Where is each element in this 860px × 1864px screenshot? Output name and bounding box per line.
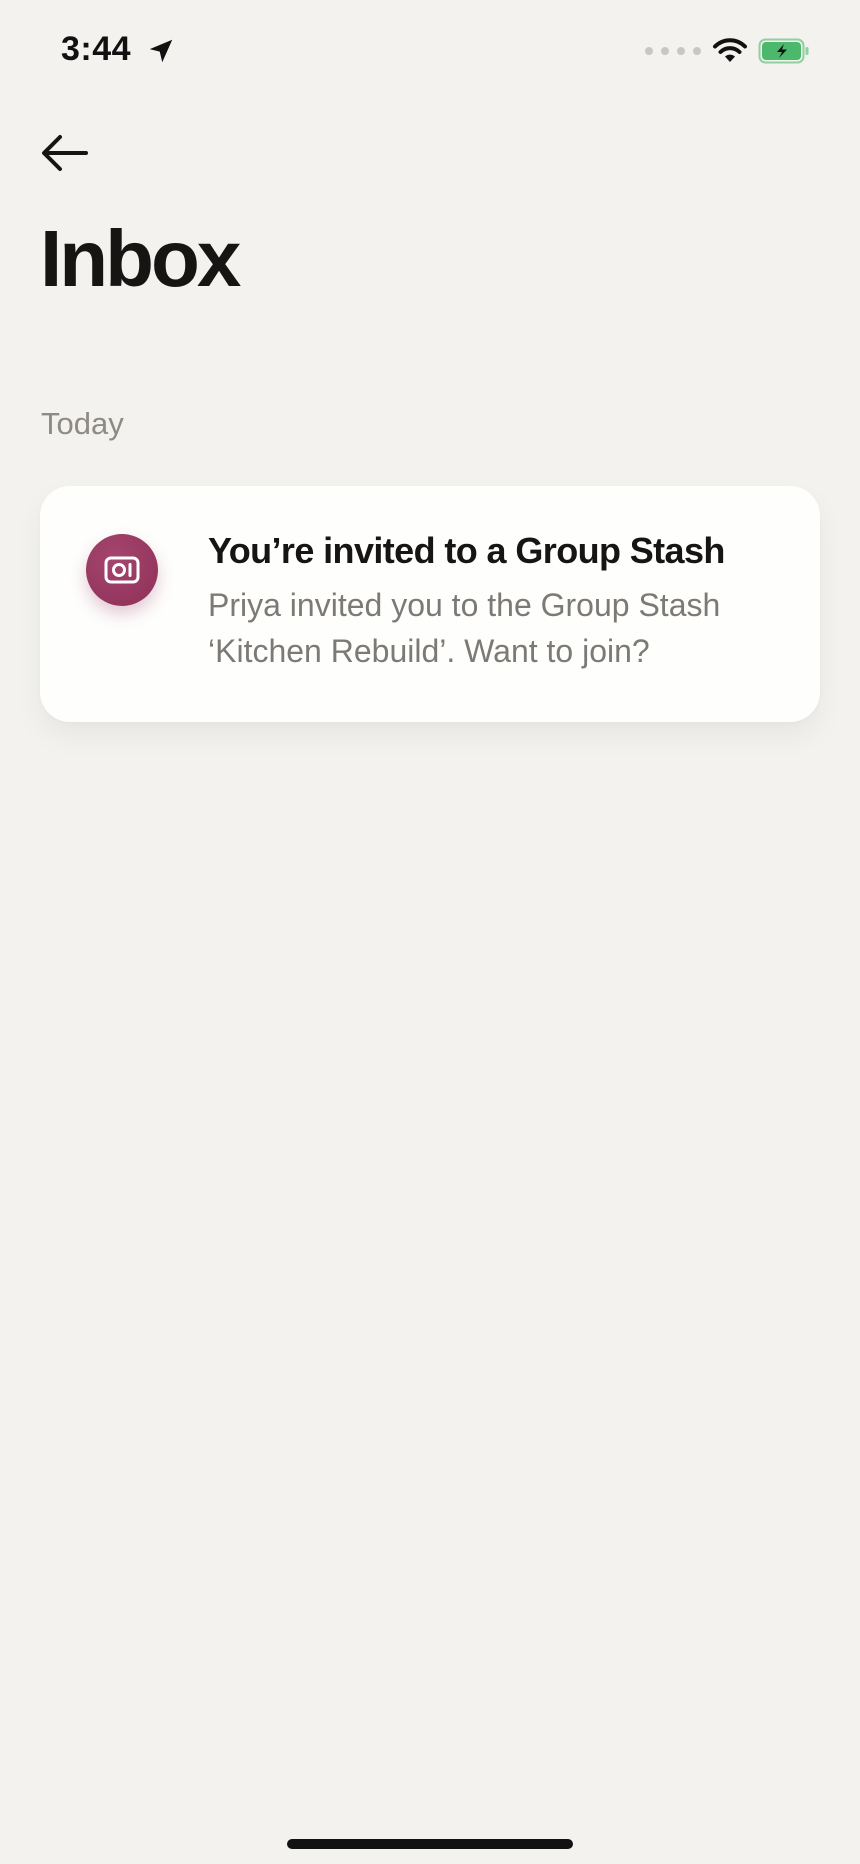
battery-charging-icon — [758, 38, 809, 64]
group-stash-icon — [104, 556, 140, 584]
section-label-today: Today — [41, 406, 124, 441]
status-time: 3:44 — [61, 30, 132, 68]
wifi-icon — [713, 38, 747, 62]
notification-avatar — [86, 534, 158, 606]
arrow-left-icon — [42, 135, 88, 171]
back-button[interactable] — [28, 120, 102, 186]
status-bar: 3:44 — [0, 0, 860, 110]
home-indicator[interactable] — [287, 1839, 573, 1849]
page-title: Inbox — [40, 214, 241, 303]
notification-title: You’re invited to a Group Stash — [208, 530, 725, 571]
notification-body: Priya invited you to the Group Stash ‘Ki… — [208, 587, 721, 669]
notification-card[interactable]: You’re invited to a Group Stash Priya in… — [40, 486, 820, 722]
signal-dots-icon — [645, 47, 701, 55]
location-arrow-icon — [149, 39, 173, 63]
